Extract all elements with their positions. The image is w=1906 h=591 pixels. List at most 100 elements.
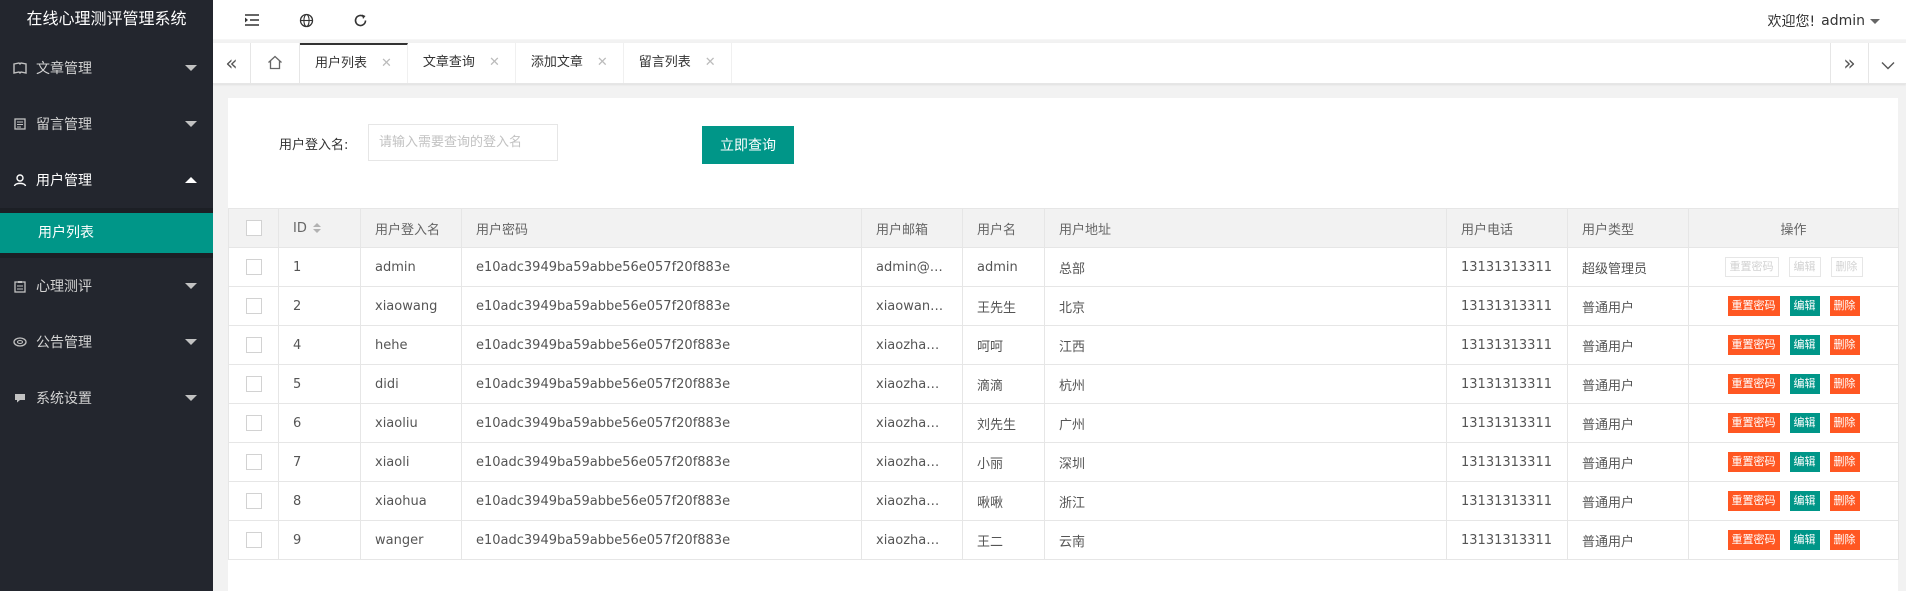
- delete-button[interactable]: 删除: [1829, 452, 1860, 472]
- reset-password-button[interactable]: 重置密码: [1727, 335, 1780, 355]
- sort-icon[interactable]: [312, 223, 321, 233]
- cell-phone: 13131313311: [1446, 520, 1568, 560]
- cell-name: 滴滴: [962, 364, 1045, 404]
- cell-phone: 13131313311: [1446, 481, 1568, 521]
- column-header-password: 用户密码: [461, 208, 862, 248]
- row-checkbox[interactable]: [245, 259, 262, 275]
- reset-password-button[interactable]: 重置密码: [1724, 257, 1779, 277]
- cell-name: admin: [962, 247, 1045, 287]
- cell-phone: 13131313311: [1446, 442, 1568, 482]
- cell-login: admin: [360, 247, 462, 287]
- delete-button[interactable]: 删除: [1829, 491, 1860, 511]
- delete-button[interactable]: 删除: [1829, 335, 1860, 355]
- close-icon[interactable]: ✕: [705, 43, 716, 83]
- table-row: 8 xiaohua e10adc3949ba59abbe56e057f20f883e…: [228, 481, 1899, 521]
- edit-button[interactable]: 编辑: [1789, 374, 1820, 394]
- delete-button[interactable]: 删除: [1830, 257, 1863, 277]
- row-checkbox[interactable]: [245, 298, 262, 314]
- sidebar-item-settings[interactable]: 系统设置: [0, 370, 213, 426]
- refresh-icon[interactable]: [351, 12, 369, 28]
- edit-button[interactable]: 编辑: [1789, 491, 1820, 511]
- tabs-scroll-left-button[interactable]: «: [213, 43, 251, 83]
- tabs-scroll-right-button[interactable]: »: [1830, 43, 1868, 83]
- search-input[interactable]: [368, 124, 558, 161]
- cell-password: e10adc3949ba59abbe56e057f20f883e: [461, 403, 862, 443]
- home-tab-button[interactable]: [251, 43, 300, 83]
- delete-button[interactable]: 删除: [1829, 374, 1860, 394]
- clipboard-icon: [13, 279, 27, 293]
- row-checkbox[interactable]: [245, 337, 262, 353]
- tab-article-query[interactable]: 文章查询 ✕: [408, 43, 516, 83]
- close-icon[interactable]: ✕: [597, 43, 608, 83]
- delete-button[interactable]: 删除: [1829, 296, 1860, 316]
- tabs-menu-button[interactable]: [1868, 43, 1906, 83]
- book-icon: [13, 61, 27, 75]
- row-checkbox[interactable]: [245, 454, 262, 470]
- sidebar-item-label: 系统设置: [36, 391, 92, 407]
- edit-button[interactable]: 编辑: [1788, 257, 1821, 277]
- reset-password-button[interactable]: 重置密码: [1727, 491, 1780, 511]
- search-button[interactable]: 立即查询: [702, 126, 794, 164]
- cell-email: xiaozha…: [861, 364, 963, 404]
- chevron-down-icon: [1870, 18, 1880, 24]
- cell-password: e10adc3949ba59abbe56e057f20f883e: [461, 247, 862, 287]
- cell-actions: 重置密码 编辑 删除: [1688, 247, 1899, 287]
- edit-button[interactable]: 编辑: [1789, 296, 1820, 316]
- edit-button[interactable]: 编辑: [1789, 530, 1820, 550]
- close-icon[interactable]: ✕: [381, 45, 392, 83]
- cell-email: xiaozha…: [861, 442, 963, 482]
- cell-address: 江西: [1044, 325, 1447, 365]
- delete-button[interactable]: 删除: [1829, 413, 1860, 433]
- tab-add-article[interactable]: 添加文章 ✕: [516, 43, 624, 83]
- cell-address: 广州: [1044, 403, 1447, 443]
- sidebar-item-label: 留言管理: [36, 117, 92, 133]
- cell-name: 刘先生: [962, 403, 1045, 443]
- cell-id: 2: [278, 286, 361, 326]
- cell-login: xiaoliu: [360, 403, 462, 443]
- column-header-id[interactable]: ID: [278, 208, 361, 248]
- edit-button[interactable]: 编辑: [1789, 413, 1820, 433]
- cell-name: 王先生: [962, 286, 1045, 326]
- home-icon: [267, 51, 283, 75]
- cell-password: e10adc3949ba59abbe56e057f20f883e: [461, 286, 862, 326]
- user-menu[interactable]: 欢迎您! admin: [1767, 11, 1880, 31]
- row-checkbox[interactable]: [245, 532, 262, 548]
- delete-button[interactable]: 删除: [1829, 530, 1860, 550]
- tabs: 用户列表 ✕ 文章查询 ✕ 添加文章 ✕ 留言列表 ✕: [300, 43, 732, 83]
- sidebar-item-messages[interactable]: 留言管理: [0, 96, 213, 152]
- cell-id: 9: [278, 520, 361, 560]
- reset-password-button[interactable]: 重置密码: [1727, 413, 1780, 433]
- sidebar-subitem-user-list[interactable]: 用户列表: [0, 213, 213, 253]
- cell-phone: 13131313311: [1446, 325, 1568, 365]
- row-checkbox[interactable]: [245, 493, 262, 509]
- close-icon[interactable]: ✕: [489, 43, 500, 83]
- cell-actions: 重置密码 编辑 删除: [1688, 325, 1899, 365]
- sidebar-item-assessment[interactable]: 心理测评: [0, 258, 213, 314]
- edit-button[interactable]: 编辑: [1789, 335, 1820, 355]
- sidebar-item-users[interactable]: 用户管理: [0, 152, 213, 208]
- reset-password-button[interactable]: 重置密码: [1727, 296, 1780, 316]
- cell-login: xiaowang: [360, 286, 462, 326]
- shrink-menu-icon[interactable]: [243, 12, 261, 28]
- select-all-cell: [228, 208, 279, 248]
- table-body: 1 admin e10adc3949ba59abbe56e057f20f883e ad…: [228, 247, 1899, 560]
- column-header-login: 用户登入名: [360, 208, 462, 248]
- cell-type: 普通用户: [1567, 481, 1689, 521]
- tab-user-list[interactable]: 用户列表 ✕: [300, 43, 408, 83]
- cell-password: e10adc3949ba59abbe56e057f20f883e: [461, 442, 862, 482]
- select-all-checkbox[interactable]: [245, 220, 262, 236]
- sidebar-item-articles[interactable]: 文章管理: [0, 40, 213, 96]
- reset-password-button[interactable]: 重置密码: [1727, 374, 1780, 394]
- tab-message-list[interactable]: 留言列表 ✕: [624, 43, 732, 83]
- reset-password-button[interactable]: 重置密码: [1727, 530, 1780, 550]
- row-select-cell: [228, 325, 279, 365]
- greeting-text: 欢迎您!: [1767, 14, 1816, 30]
- sidebar-item-announcements[interactable]: 公告管理: [0, 314, 213, 370]
- globe-icon[interactable]: [297, 12, 315, 28]
- reset-password-button[interactable]: 重置密码: [1727, 452, 1780, 472]
- row-checkbox[interactable]: [245, 415, 262, 431]
- cell-email: xiaozha…: [861, 520, 963, 560]
- cell-type: 普通用户: [1567, 364, 1689, 404]
- row-checkbox[interactable]: [245, 376, 262, 392]
- edit-button[interactable]: 编辑: [1789, 452, 1820, 472]
